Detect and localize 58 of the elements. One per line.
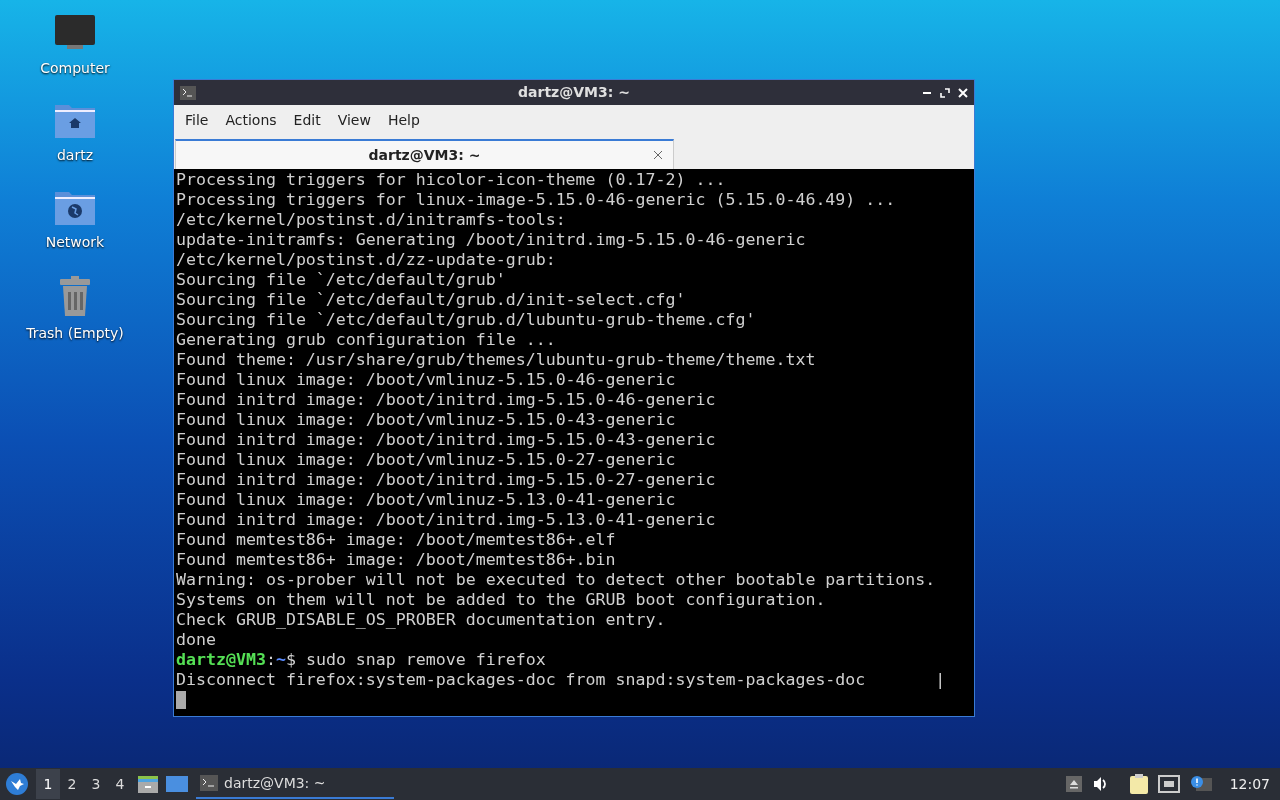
workspace-button[interactable]: 4	[108, 769, 132, 799]
clipboard-icon[interactable]	[1129, 774, 1148, 794]
menu-item[interactable]: View	[329, 110, 379, 131]
output-line: Found initrd image: /boot/initrd.img-5.13.0-41-generic	[176, 510, 716, 530]
menu-item[interactable]: Edit	[285, 110, 329, 131]
output-line: Found linux image: /boot/vmlinuz-5.15.0-27-generic	[176, 450, 676, 470]
output-line: Systems on them will not be added to the GRUB boot configuration.	[176, 590, 826, 610]
menu-item[interactable]: Help	[379, 110, 428, 131]
desktop-icon-label[interactable]: Network	[45, 232, 105, 253]
terminal-icon	[200, 775, 218, 791]
output-line: Found linux image: /boot/vmlinuz-5.13.0-41-generic	[176, 490, 676, 510]
output-line: Processing triggers for linux-image-5.15.0-46-generic (5.15.0-46.49) ...	[176, 190, 896, 210]
output-line: Disconnect firefox:system-packages-doc from snapd:system-packages-doc	[176, 670, 866, 690]
prompt-path: ~	[275, 650, 286, 670]
clock: 12:07	[1229, 774, 1270, 794]
menu-item[interactable]: File	[177, 110, 217, 131]
window-title: dartz@VM3: ~	[518, 83, 630, 102]
prompt-separator: :	[265, 650, 276, 670]
menu-item[interactable]: Actions	[217, 110, 285, 131]
text-cursor	[176, 691, 186, 709]
output-line: Warning: os-prober will not be executed to detect other bootable partitions.	[176, 570, 936, 590]
output-line: Sourcing file `/etc/default/grub.d/init-select.cfg'	[176, 290, 686, 310]
output-line: Found initrd image: /boot/initrd.img-5.15.0-27-generic	[176, 470, 716, 490]
output-line: Sourcing file `/etc/default/grub'	[176, 270, 506, 290]
output-line: Found theme: /usr/share/grub/themes/lubuntu-grub-theme/theme.txt	[176, 350, 816, 370]
prompt-symbol: $	[285, 650, 296, 670]
output-line: Found linux image: /boot/vmlinuz-5.15.0-43-generic	[176, 410, 676, 430]
output-line: Found linux image: /boot/vmlinuz-5.15.0-46-generic	[176, 370, 676, 390]
workspace-button[interactable]: 3	[84, 769, 108, 799]
output-line: Found memtest86+ image: /boot/memtest86+.bin	[176, 550, 616, 570]
taskbar-task[interactable]: dartz@VM3: ~	[196, 769, 394, 799]
output-line: /etc/kernel/postinst.d/initramfs-tools:	[176, 210, 566, 230]
output-line: Generating grub configuration file ...	[176, 330, 556, 350]
workspace-button[interactable]: 2	[60, 769, 84, 799]
output-line: Found memtest86+ image: /boot/memtest86+.elf	[176, 530, 616, 550]
command-text: sudo snap remove firefox	[305, 650, 546, 670]
terminal-tab[interactable]: dartz@VM3: ~	[175, 139, 674, 169]
output-line: update-initramfs: Generating /boot/initrd.img-5.15.0-46-generic	[176, 230, 806, 250]
output-line: /etc/kernel/postinst.d/zz-update-grub:	[176, 250, 556, 270]
bird-logo-icon[interactable]	[6, 773, 28, 795]
maximize-icon[interactable]	[940, 87, 950, 98]
eject-icon[interactable]	[1065, 776, 1082, 792]
output-line: Sourcing file `/etc/default/grub.d/lubuntu-grub-theme.cfg'	[176, 310, 756, 330]
progress-spinner: |	[935, 670, 946, 690]
network-icon[interactable]	[1157, 775, 1180, 793]
output-line: Found initrd image: /boot/initrd.img-5.15.0-43-generic	[176, 430, 716, 450]
terminal-icon	[180, 85, 196, 100]
output-line: done	[176, 630, 216, 650]
monitor-icon	[54, 14, 96, 52]
output-line: Found initrd image: /boot/initrd.img-5.15.0-46-generic	[176, 390, 716, 410]
output-line: Check GRUB_DISABLE_OS_PROBER documentation entry.	[176, 610, 666, 630]
file-cabinet-icon[interactable]	[138, 774, 158, 794]
desktop-icon-label[interactable]: Trash (Empty)	[26, 323, 124, 344]
desktop-icon-label[interactable]: dartz	[56, 145, 94, 166]
output-line: Processing triggers for hicolor-icon-theme (0.17-2) ...	[176, 170, 726, 190]
prompt-user: dartz@VM3	[176, 650, 266, 670]
workspace-button[interactable]: 1	[36, 769, 60, 799]
alert-icon[interactable]	[1189, 775, 1212, 793]
